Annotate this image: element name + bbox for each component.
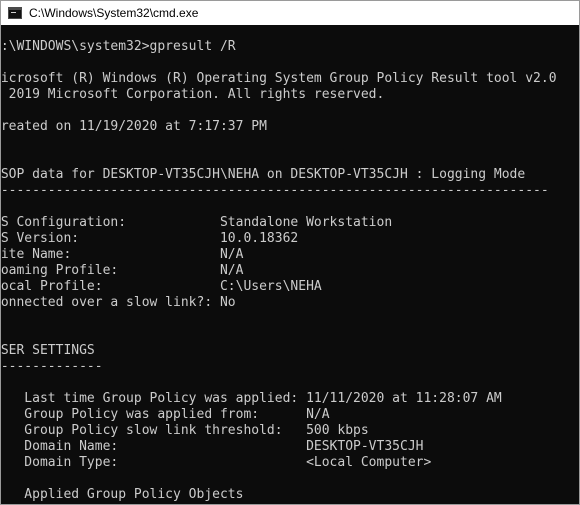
console-line: -------------- [1,359,103,374]
window-title: C:\Windows\System32\cmd.exe [29,6,199,20]
cmd-icon [8,7,22,19]
console-line: USER SETTINGS [1,343,95,358]
title-bar[interactable]: C:\Windows\System32\cmd.exe [1,1,579,25]
console-line: Domain Type: <Local Computer> [1,455,432,470]
console-line: Created on ‎11/‎19/‎2020 at 7:17:37 PM [1,119,267,134]
console-line: Site Name: N/A [1,247,244,262]
cmd-window: C:\Windows\System32\cmd.exe C:\WINDOWS\s… [0,0,580,505]
console-line: OS Configuration: Standalone Workstation [1,215,393,230]
console-line: OS Version: 10.0.18362 [1,231,299,246]
console-line: Group Policy was applied from: N/A [1,407,330,422]
console-lines: C:\WINDOWS\system32>gpresult /R Microsoft… [1,39,557,503]
console-line: Local Profile: C:\Users\NEHA [1,279,322,294]
console-line: Group Policy slow link threshold: 500 kb… [1,423,369,438]
console-line: ----------------------------------------… [1,183,549,198]
console-line: Domain Name: DESKTOP-VT35CJH [1,439,424,454]
console-line: Last time Group Policy was applied: 11/1… [1,391,502,406]
console-line: Connected over a slow link?: No [1,295,236,310]
console-line: Microsoft (R) Windows (R) Operating Syst… [1,71,557,86]
console-line: C:\WINDOWS\system32>gpresult /R [1,39,236,54]
console-line: Applied Group Policy Objects [1,487,244,502]
console-line: © 2019 Microsoft Corporation. All rights… [1,87,385,102]
console-line: RSOP data for DESKTOP-VT35CJH\NEHA on DE… [1,167,526,182]
console-line: Roaming Profile: N/A [1,263,244,278]
console-output[interactable]: C:\WINDOWS\system32>gpresult /R Microsoft… [1,25,579,504]
